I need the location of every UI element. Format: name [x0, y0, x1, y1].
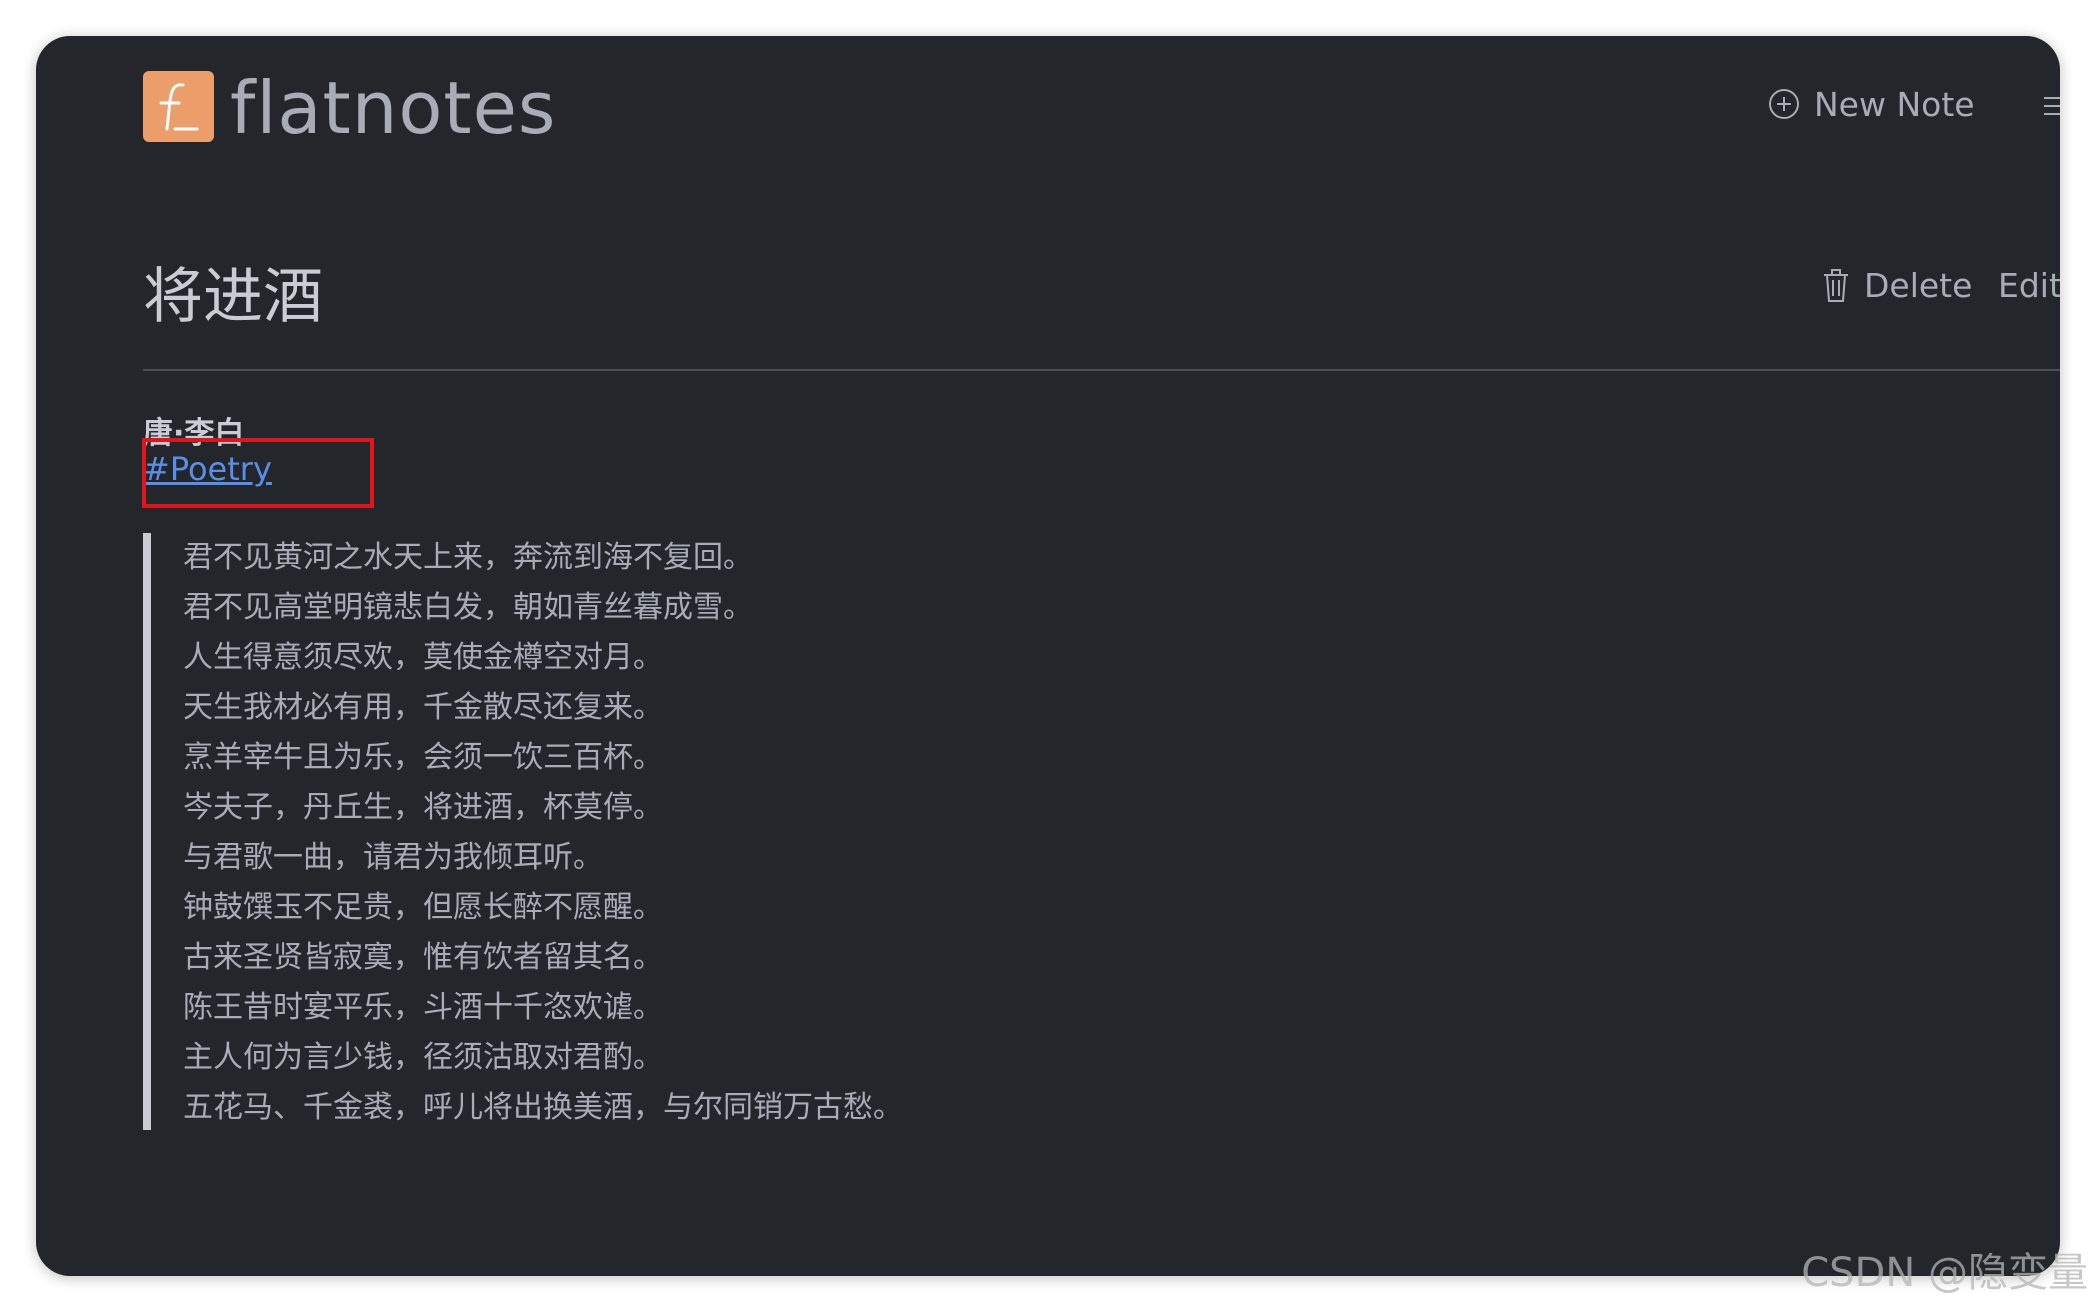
new-note-label: New Note [1814, 84, 1975, 124]
poem-line: 天生我材必有用，千金散尽还复来。 [183, 690, 663, 725]
poem-line: 人生得意须尽欢，莫使金樽空对月。 [183, 640, 663, 675]
logo-icon [159, 83, 199, 131]
poem-line: 岑夫子，丹丘生，将进酒，杯莫停。 [183, 790, 663, 825]
tag-link[interactable]: #Poetry [143, 450, 272, 488]
poem-line: 主人何为言少钱，径须沽取对君酌。 [183, 1040, 663, 1075]
poem-line: 与君歌一曲，请君为我倾耳听。 [183, 840, 603, 875]
menu-button[interactable]: M [2042, 86, 2060, 125]
poem-line: 烹羊宰牛且为乐，会须一饮三百杯。 [183, 740, 663, 775]
edit-button[interactable]: Edit [1998, 266, 2060, 305]
poem-line: 陈王昔时宴平乐，斗酒十千恣欢谑。 [183, 990, 663, 1025]
poem-line: 五花马、千金裘，呼儿将出换美酒，与尔同销万古愁。 [183, 1090, 903, 1125]
plus-circle-icon [1768, 88, 1800, 120]
delete-label: Delete [1864, 266, 1973, 305]
trash-icon [1822, 268, 1850, 303]
new-note-button[interactable]: New Note [1768, 82, 1975, 126]
note-author: 唐·李白 [143, 416, 245, 451]
title-divider [143, 369, 2060, 371]
poem-blockquote: 君不见黄河之水天上来，奔流到海不复回。 君不见高堂明镜悲白发，朝如青丝暮成雪。 … [143, 533, 1343, 1130]
poem-line: 君不见黄河之水天上来，奔流到海不复回。 [183, 540, 753, 575]
brand-name[interactable]: flatnotes [230, 66, 556, 150]
app-window: flatnotes New Note M 将进酒 [36, 36, 2060, 1276]
delete-button[interactable]: Delete [1822, 266, 1972, 305]
hamburger-icon [2042, 94, 2060, 118]
watermark: CSDN @隐变量 [1801, 1250, 2088, 1296]
logo[interactable] [143, 71, 214, 142]
note-title: 将进酒 [143, 262, 323, 332]
poem-line: 钟鼓馔玉不足贵，但愿长醉不愿醒。 [183, 890, 663, 925]
poem-line: 君不见高堂明镜悲白发，朝如青丝暮成雪。 [183, 590, 753, 625]
poem-line: 古来圣贤皆寂寞，惟有饮者留其名。 [183, 940, 663, 975]
